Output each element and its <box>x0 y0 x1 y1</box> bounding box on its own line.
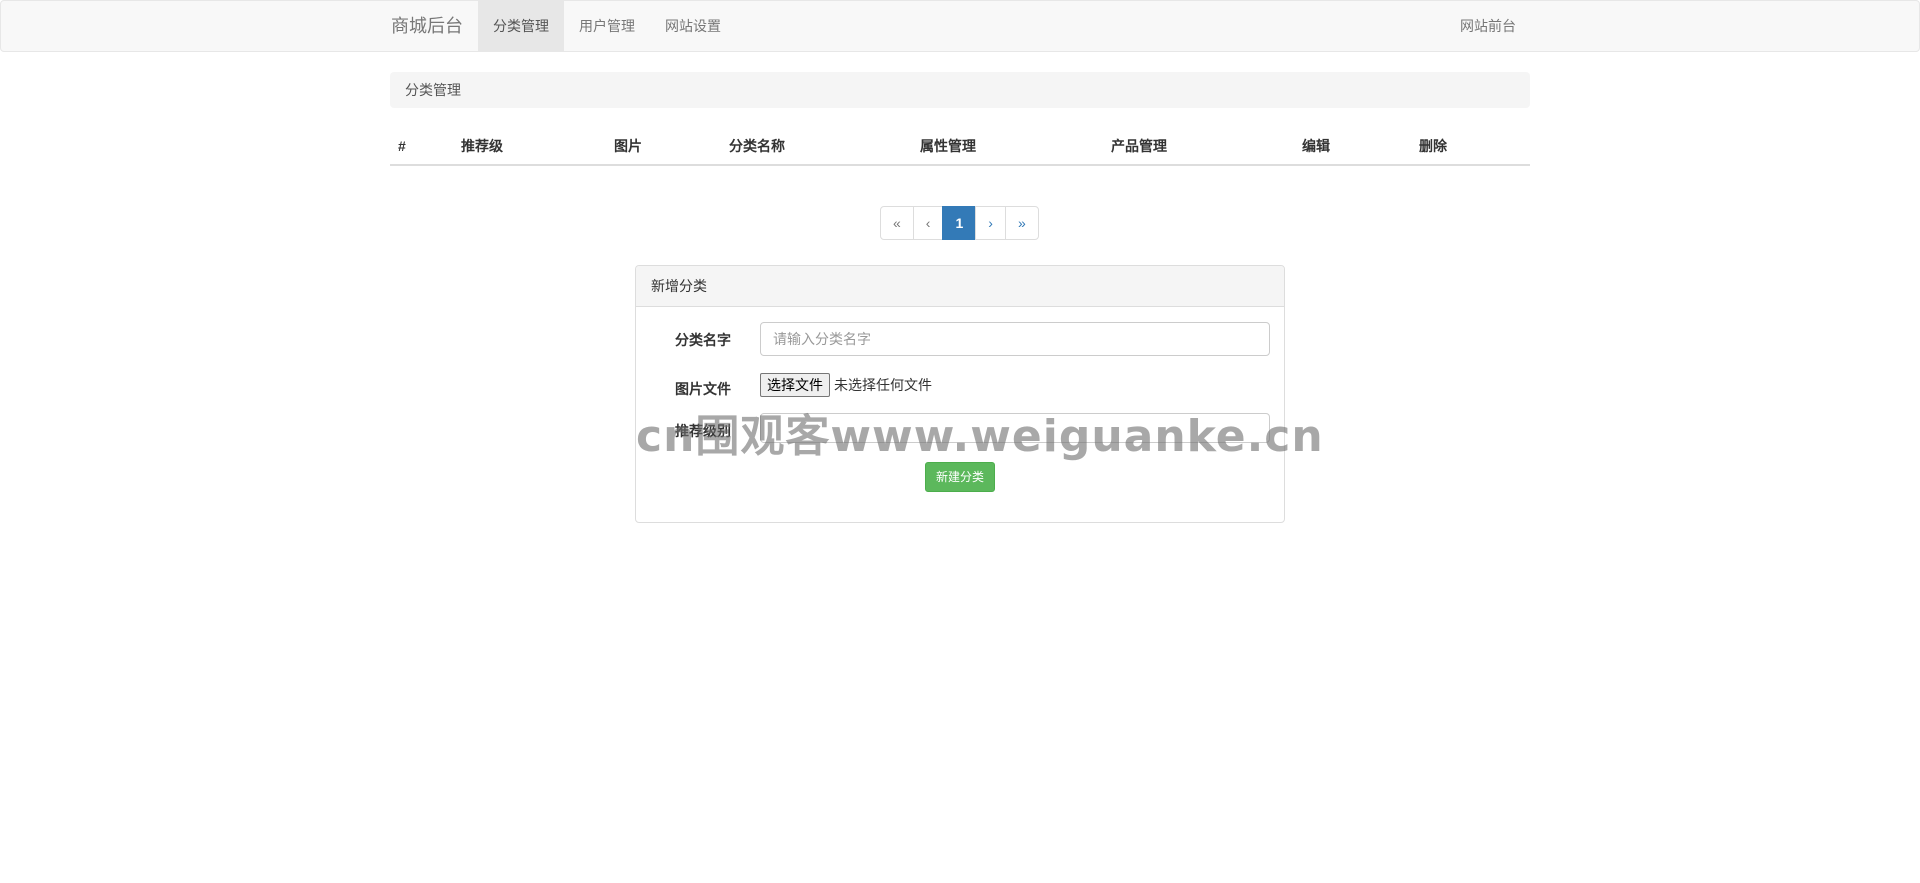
panel-title: 新增分类 <box>636 266 1284 307</box>
col-header-index: # <box>390 128 453 166</box>
file-picker: 选择文件 未选择任何文件 <box>760 373 932 397</box>
create-category-button[interactable]: 新建分类 <box>925 462 996 492</box>
breadcrumb: 分类管理 <box>390 72 1530 108</box>
col-header-delete: 删除 <box>1411 128 1530 166</box>
page-prev-button[interactable]: ‹ <box>912 206 944 240</box>
col-header-edit: 编辑 <box>1294 128 1411 166</box>
category-name-label: 分类名字 <box>675 332 731 348</box>
col-header-image: 图片 <box>606 128 721 166</box>
navbar-menu: 分类管理 用户管理 网站设置 <box>478 1 736 51</box>
nav-item-category-management[interactable]: 分类管理 <box>478 1 564 51</box>
category-table: # 推荐级 图片 分类名称 属性管理 产品管理 编辑 删除 <box>390 128 1530 166</box>
add-category-panel: 新增分类 分类名字 图片文件 选择文件 未选择任何文件 推荐级别 新建分类 <box>635 265 1285 523</box>
table-header-row: # 推荐级 图片 分类名称 属性管理 产品管理 编辑 删除 <box>390 128 1530 166</box>
page-next-button[interactable]: › <box>975 206 1006 240</box>
navbar-brand[interactable]: 商城后台 <box>391 1 463 51</box>
page-first-button[interactable]: « <box>880 206 914 240</box>
col-header-product-management: 产品管理 <box>1103 128 1294 166</box>
table-header: # 推荐级 图片 分类名称 属性管理 产品管理 编辑 删除 <box>390 128 1530 166</box>
col-header-attribute-management: 属性管理 <box>912 128 1103 166</box>
top-navbar: 商城后台 分类管理 用户管理 网站设置 网站前台 <box>0 0 1920 52</box>
watermark-overlay: cn围观客www.weiguanke.cn <box>636 411 1324 462</box>
category-name-input[interactable] <box>760 322 1270 356</box>
nav-link-site-frontend[interactable]: 网站前台 <box>1460 1 1516 51</box>
page-last-button[interactable]: » <box>1004 206 1039 240</box>
pagination: « ‹ 1 › » <box>880 206 1039 240</box>
page-current-button[interactable]: 1 <box>942 206 977 240</box>
nav-item-user-management[interactable]: 用户管理 <box>564 1 650 51</box>
navbar-inner: 商城后台 分类管理 用户管理 网站设置 网站前台 <box>391 1 1531 51</box>
file-status-text: 未选择任何文件 <box>834 377 932 393</box>
image-file-label: 图片文件 <box>675 381 731 397</box>
col-header-category-name: 分类名称 <box>721 128 912 166</box>
main-container: 分类管理 # 推荐级 图片 分类名称 属性管理 产品管理 编辑 删除 <box>390 72 1530 166</box>
nav-item-site-settings[interactable]: 网站设置 <box>650 1 736 51</box>
col-header-recommend-level: 推荐级 <box>453 128 606 166</box>
choose-file-button[interactable]: 选择文件 <box>760 373 830 397</box>
